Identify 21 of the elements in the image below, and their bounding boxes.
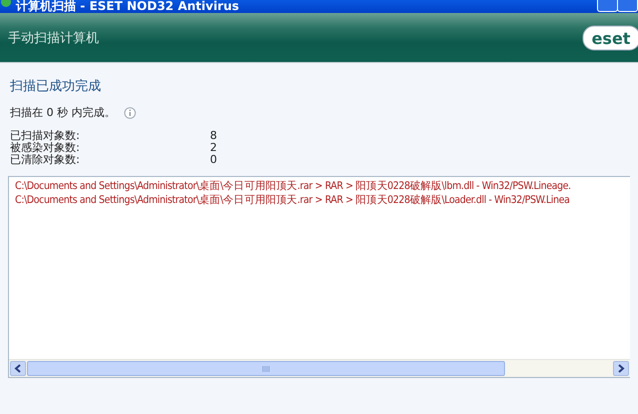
duration-text: 扫描在 0 秒 内完成。 bbox=[10, 105, 116, 120]
stat-label: 已扫描对象数: bbox=[10, 130, 81, 142]
scroll-right-icon[interactable] bbox=[613, 361, 629, 376]
page-title: 手动扫描计算机 bbox=[8, 30, 99, 46]
log-entry[interactable]: C:\Documents and Settings\Administrator\桌面\今日可用阳顶天.rar > RAR > 阳顶天0228破解版\Loader.dll - Win32/PSW.Linea bbox=[15, 193, 570, 207]
stat-label: 被感染对象数: bbox=[10, 142, 81, 154]
stat-value: 0 bbox=[210, 154, 218, 166]
result-heading: 扫描已成功完成 bbox=[10, 78, 102, 95]
logo-icon: eset bbox=[582, 24, 638, 50]
stat-value: 8 bbox=[210, 130, 218, 142]
maximize-button[interactable] bbox=[617, 0, 638, 12]
info-icon[interactable] bbox=[124, 106, 136, 118]
window-title: 计算机扫描 - ESET NOD32 Antivirus bbox=[16, 0, 240, 12]
stat-label: 已清除对象数: bbox=[10, 154, 81, 166]
minimize-button[interactable] bbox=[597, 0, 618, 12]
log-entry[interactable]: C:\Documents and Settings\Administrator\桌面\今日可用阳顶天.rar > RAR > 阳顶天0228破解版\lbm.dll - Win32/PSW.Lineage. bbox=[15, 179, 571, 193]
scroll-left-icon[interactable] bbox=[10, 361, 26, 376]
horizontal-scrollbar[interactable] bbox=[9, 359, 630, 377]
stat-value: 2 bbox=[210, 142, 218, 154]
app-icon bbox=[1, 0, 11, 8]
scrollbar-thumb[interactable] bbox=[27, 361, 505, 376]
